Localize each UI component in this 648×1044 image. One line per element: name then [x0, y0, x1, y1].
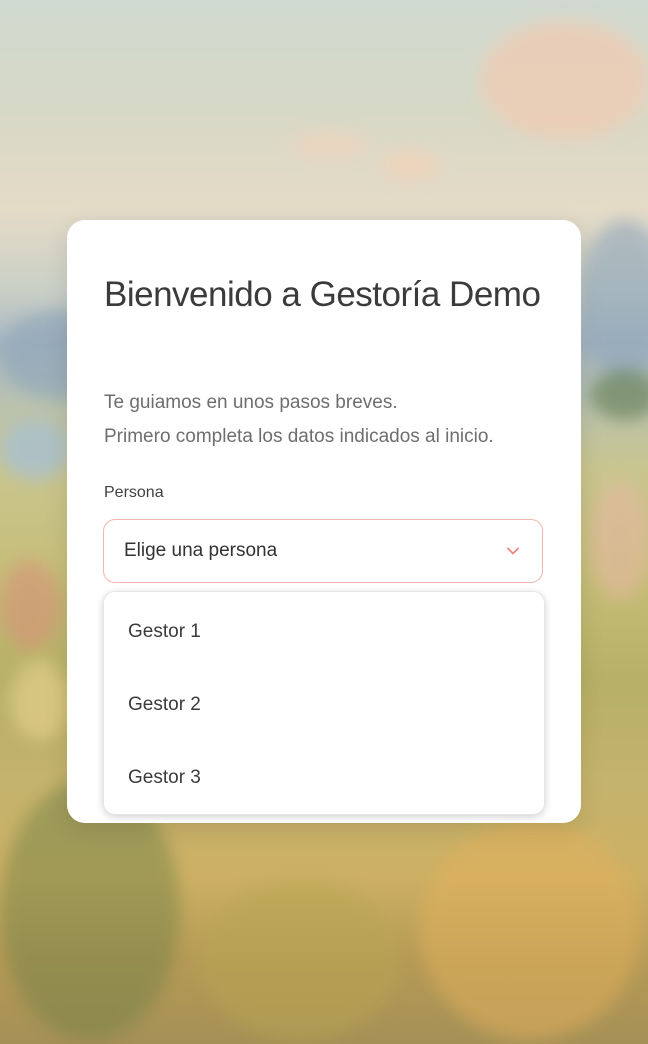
- page-title: Bienvenido a Gestoría Demo: [104, 275, 541, 314]
- chevron-down-icon: [506, 544, 520, 558]
- persona-select-value: Elige una persona: [124, 540, 278, 561]
- persona-select[interactable]: Elige una persona: [103, 519, 543, 583]
- persona-dropdown: Gestor 1 Gestor 2 Gestor 3: [103, 591, 545, 815]
- option-gestor-3[interactable]: Gestor 3: [104, 741, 544, 814]
- subtitle-line-1: Te guiamos en unos pasos breves.: [104, 392, 398, 413]
- welcome-card: Bienvenido a Gestoría Demo Te guiamos en…: [67, 220, 581, 823]
- persona-label: Persona: [104, 484, 164, 501]
- option-gestor-1[interactable]: Gestor 1: [104, 595, 544, 668]
- subtitle-line-2: Primero completa los datos indicados al …: [104, 426, 494, 447]
- option-gestor-2[interactable]: Gestor 2: [104, 668, 544, 741]
- subtitle: Te guiamos en unos pasos breves. Primero…: [104, 386, 564, 454]
